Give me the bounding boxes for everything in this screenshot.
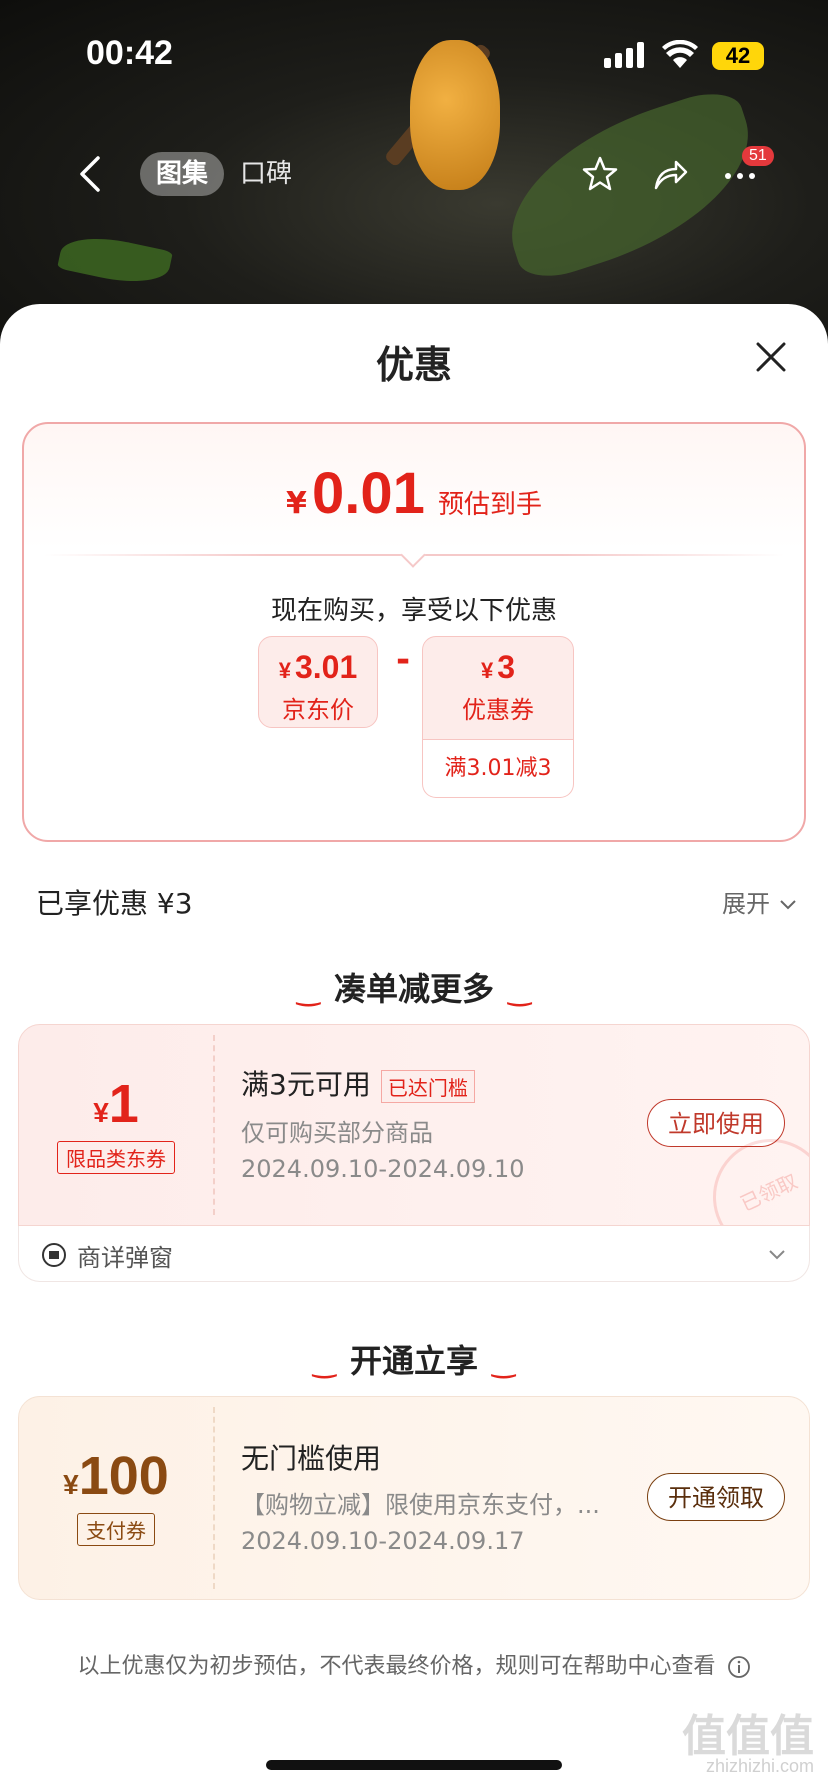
coupon-description: 【购物立减】限使用京东支付，... [241,1491,600,1519]
coupon-validity: 2024.09.10-2024.09.17 [241,1527,525,1555]
tab-reviews[interactable]: 口碑 [240,152,292,196]
leaf-decoration [57,229,173,291]
battery-icon: 42 [712,42,764,70]
disclaimer: 以上优惠仅为初步预估，不代表最终价格，规则可在帮助中心查看 [0,1648,828,1680]
store-icon [42,1243,66,1267]
smile-deco-icon: ‿ [296,974,320,1007]
jd-price-box: ¥3.01 京东价 [258,636,378,728]
section-title-more-discounts: ‿ 凑单减更多 ‿ [0,964,828,1010]
coupon-separator [213,1407,215,1589]
expand-label: 展开 [722,890,770,918]
smile-deco-icon: ‿ [508,974,532,1007]
disclaimer-text: 以上优惠仅为初步预估，不代表最终价格，规则可在帮助中心查看 [77,1654,716,1679]
back-arrow-icon[interactable] [72,152,112,196]
status-time: 00:42 [86,34,173,72]
divider-notch [400,542,426,568]
signal-icon [604,42,644,68]
coupon-separator [213,1035,215,1215]
currency-symbol: ¥ [93,1097,109,1128]
coupon-discount-value: 3 [497,649,516,685]
watermark-logo: 值值值 [682,1711,814,1762]
coupon-title: 满3元可用 已达门槛 [241,1063,475,1103]
smile-deco-icon: ‿ [492,1346,516,1379]
section-title-membership: ‿ 开通立享 ‿ [0,1336,828,1382]
section-title-text: 凑单减更多 [333,970,494,1008]
discount-subtitle: 现在购买，享受以下优惠 [270,596,557,626]
coupon-description: 仅可购买部分商品 [241,1119,433,1147]
coupon-amount: 1 [108,1074,139,1134]
currency-symbol: ¥ [278,658,291,683]
discount-sheet: 优惠 ¥ 0.01 预估到手 现在购买，享受以下优惠 ¥3.01 京东价 - ¥… [0,304,828,1792]
coupon-type-tag: 支付券 [77,1513,155,1546]
coupon-validity: 2024.09.10-2024.09.10 [241,1155,525,1183]
minus-sign: - [396,640,411,680]
star-icon[interactable] [580,154,620,194]
currency-symbol: ¥ [480,658,494,683]
sheet-title: 优惠 [375,343,452,387]
watermark-site: zhizhizhi.com [705,1756,814,1776]
coupon-discount-label: 优惠券 [462,696,534,724]
coupon-discount-box: ¥3 优惠券 [422,636,574,740]
jd-price-label: 京东价 [282,696,354,724]
currency-symbol: ¥ [63,1469,79,1500]
coupon-amount: 100 [78,1446,169,1506]
coupon-amount-area: ¥100 支付券 [19,1397,213,1599]
estimated-price-label: 预估到手 [437,490,542,520]
chevron-down-icon [779,900,796,910]
currency-symbol: ¥ [286,486,307,521]
coupon-footer-label: 商详弹窗 [77,1244,173,1272]
coupon-type-tag: 限品类东券 [57,1141,175,1174]
estimated-price-value: 0.01 [311,461,425,526]
coupon-card-jd: ¥1 限品类东券 满3元可用 已达门槛 仅可购买部分商品 2024.09.10-2… [18,1024,810,1226]
tab-gallery[interactable]: 图集 [140,152,224,196]
home-indicator[interactable] [266,1760,562,1770]
coupon-amount-area: ¥1 限品类东券 [19,1025,213,1225]
coupon-footer-row[interactable]: 商详弹窗 [18,1226,810,1282]
coupon-title-text: 满3元可用 [241,1068,371,1101]
smile-deco-icon: ‿ [312,1346,336,1379]
jd-price-value: 3.01 [294,649,358,685]
activate-claim-button[interactable]: 开通领取 [647,1473,785,1521]
coupon-card-payment: ¥100 支付券 无门槛使用 【购物立减】限使用京东支付，... 2024.09… [18,1396,810,1600]
close-icon[interactable] [754,340,788,374]
top-navigation: 图集 口碑 51 [0,140,828,208]
status-bar: 00:42 42 [0,30,828,80]
info-icon[interactable] [727,1655,751,1679]
share-icon[interactable] [650,154,690,194]
coupon-condition: 满3.01减3 [422,740,574,798]
estimated-price: ¥ 0.01 预估到手 [24,460,804,527]
threshold-reached-badge: 已达门槛 [380,1069,475,1103]
section-title-text: 开通立享 [349,1342,478,1380]
expand-button[interactable]: 展开 [722,884,798,919]
coupon-title: 无门槛使用 [241,1442,382,1475]
chevron-down-icon [769,1250,785,1260]
notification-badge: 51 [742,146,774,166]
price-estimate-card: ¥ 0.01 预估到手 现在购买，享受以下优惠 ¥3.01 京东价 - ¥3 优… [22,422,806,842]
enjoyed-discount: 已享优惠 ¥3 [36,887,193,920]
wifi-icon [662,40,698,68]
